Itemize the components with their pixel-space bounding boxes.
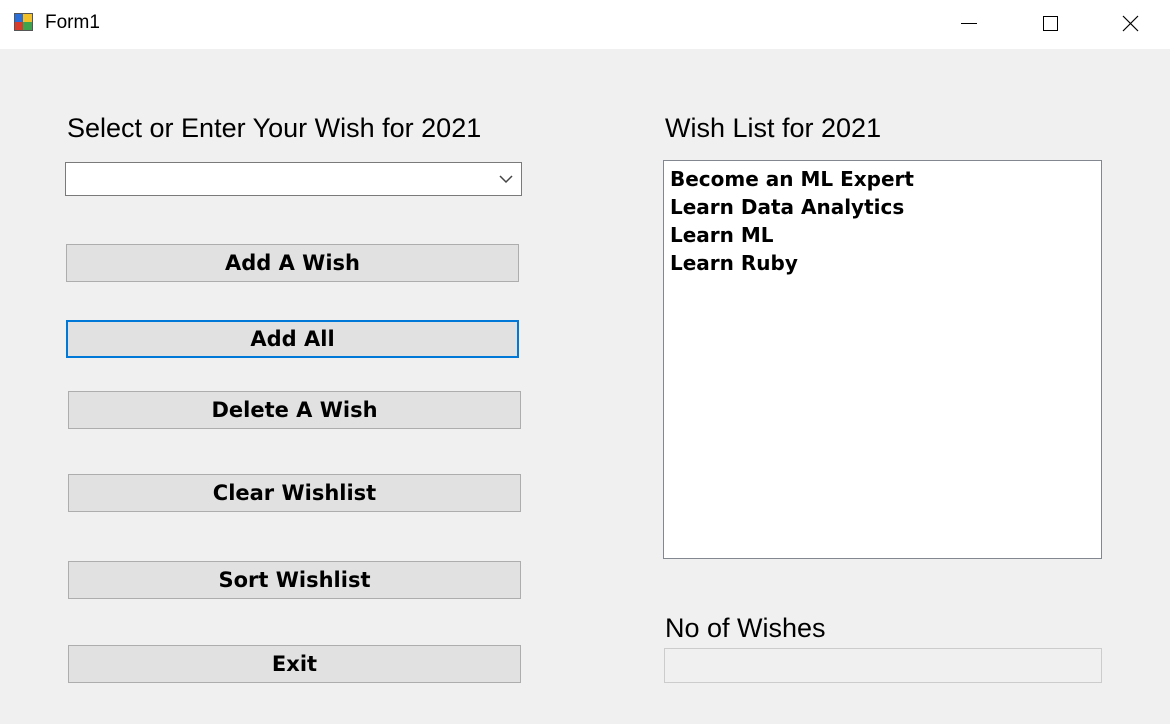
list-item[interactable]: Learn Data Analytics (670, 193, 1101, 221)
list-item[interactable]: Learn Ruby (670, 249, 1101, 277)
add-all-button[interactable]: Add All (66, 320, 519, 358)
list-item[interactable]: Become an ML Expert (670, 165, 1101, 193)
app-icon (14, 13, 33, 31)
maximize-icon (1043, 16, 1058, 31)
minimize-icon (961, 23, 977, 24)
wishlist-listbox[interactable]: Become an ML Expert Learn Data Analytics… (663, 160, 1102, 559)
sort-wishlist-button[interactable]: Sort Wishlist (68, 561, 521, 599)
add-wish-button[interactable]: Add A Wish (66, 244, 519, 282)
chevron-down-icon[interactable] (499, 174, 513, 184)
exit-button[interactable]: Exit (68, 645, 521, 683)
window-title: Form1 (45, 12, 100, 33)
clear-wishlist-button[interactable]: Clear Wishlist (68, 474, 521, 512)
wishlist-heading: Wish List for 2021 (665, 113, 882, 143)
close-button[interactable] (1090, 0, 1170, 46)
wish-input-heading: Select or Enter Your Wish for 2021 (67, 113, 482, 143)
wish-count-field (664, 648, 1102, 683)
delete-wish-button[interactable]: Delete A Wish (68, 391, 521, 429)
list-item[interactable]: Learn ML (670, 221, 1101, 249)
close-icon (1122, 15, 1139, 32)
wish-combobox[interactable] (65, 162, 522, 196)
minimize-button[interactable] (929, 0, 1009, 46)
wish-count-label: No of Wishes (665, 613, 826, 643)
title-bar: Form1 (0, 0, 1170, 49)
maximize-button[interactable] (1010, 0, 1090, 46)
